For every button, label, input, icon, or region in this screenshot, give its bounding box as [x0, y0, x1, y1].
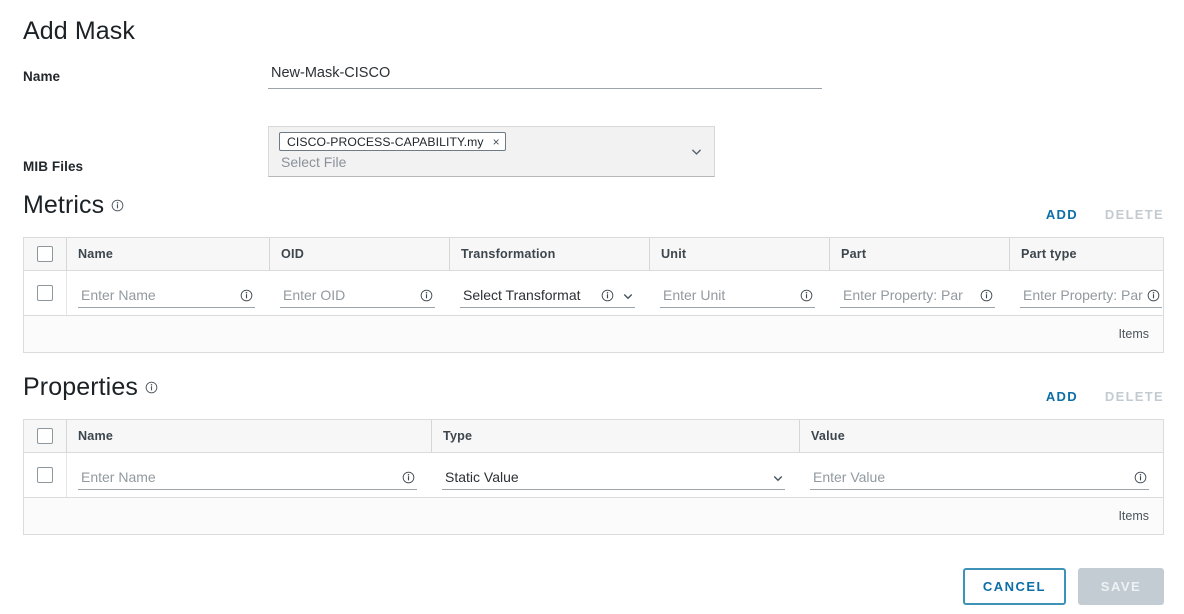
properties-select-all-checkbox[interactable] [37, 428, 53, 444]
metrics-title: Metrics [23, 191, 105, 219]
metrics-row-select-cell[interactable] [24, 271, 66, 315]
properties-select-all-cell[interactable] [24, 420, 66, 452]
properties-cell-value[interactable]: Enter Value [799, 453, 1163, 497]
metrics-col-name: Name [66, 238, 269, 270]
metrics-col-part: Part [829, 238, 1009, 270]
properties-value-input[interactable]: Enter Value [810, 469, 1130, 485]
properties-title: Properties [23, 373, 138, 401]
cancel-button[interactable]: CANCEL [962, 568, 1066, 605]
metrics-table-header: Name OID Transformation Unit Part Part t… [24, 238, 1163, 271]
properties-section-actions: ADD DELETE [1046, 389, 1164, 404]
mib-files-label: MIB Files [23, 159, 84, 174]
info-icon[interactable] [601, 289, 614, 302]
properties-delete-button[interactable]: DELETE [1105, 389, 1164, 404]
properties-col-type: Type [431, 420, 799, 452]
properties-section-heading: Properties [23, 372, 158, 402]
chevron-down-icon[interactable] [772, 471, 784, 483]
info-icon[interactable] [1147, 289, 1160, 302]
metrics-section-actions: ADD DELETE [1046, 207, 1164, 222]
info-icon[interactable] [145, 381, 158, 394]
properties-items-label: Items [1118, 509, 1149, 523]
metrics-table: Name OID Transformation Unit Part Part t… [23, 237, 1164, 353]
metrics-name-input[interactable]: Enter Name [78, 287, 236, 303]
properties-table-footer: Items [24, 498, 1163, 534]
metrics-cell-unit[interactable]: Enter Unit [649, 271, 829, 315]
metrics-cell-oid[interactable]: Enter OID [269, 271, 449, 315]
properties-col-value: Value [799, 420, 1163, 452]
metrics-add-button[interactable]: ADD [1046, 207, 1078, 222]
metrics-select-all-cell[interactable] [24, 238, 66, 270]
properties-row-checkbox[interactable] [37, 467, 53, 483]
metrics-col-unit: Unit [649, 238, 829, 270]
dialog-footer: CANCEL SAVE [962, 568, 1164, 605]
mib-file-chip-label: CISCO-PROCESS-CAPABILITY.my [287, 134, 484, 149]
metrics-select-all-checkbox[interactable] [37, 246, 53, 262]
chevron-down-icon[interactable] [622, 289, 634, 301]
properties-name-input[interactable]: Enter Name [78, 469, 398, 485]
metrics-section-heading: Metrics [23, 190, 124, 220]
metrics-part-type-input[interactable]: Enter Property: Par [1020, 287, 1143, 303]
metrics-part-input[interactable]: Enter Property: Par [840, 287, 976, 303]
chevron-down-icon[interactable] [690, 145, 703, 158]
metrics-cell-name[interactable]: Enter Name [66, 271, 269, 315]
properties-col-name: Name [66, 420, 431, 452]
properties-type-select[interactable]: Static Value [442, 469, 766, 485]
info-icon[interactable] [420, 289, 433, 302]
info-icon[interactable] [800, 289, 813, 302]
name-label: Name [23, 69, 61, 84]
info-icon[interactable] [980, 289, 993, 302]
info-icon[interactable] [240, 289, 253, 302]
properties-table-header: Name Type Value [24, 420, 1163, 453]
properties-cell-name[interactable]: Enter Name [66, 453, 431, 497]
metrics-transformation-select[interactable]: Select Transformat [460, 287, 597, 303]
metrics-delete-button[interactable]: DELETE [1105, 207, 1164, 222]
page-title: Add Mask [23, 17, 135, 45]
table-row: Enter Name Enter OID Select Transformat … [24, 271, 1163, 316]
metrics-col-part-type: Part type [1009, 238, 1163, 270]
properties-row-select-cell[interactable] [24, 453, 66, 497]
properties-add-button[interactable]: ADD [1046, 389, 1078, 404]
metrics-table-footer: Items [24, 316, 1163, 352]
info-icon[interactable] [111, 199, 124, 212]
metrics-oid-input[interactable]: Enter OID [280, 287, 416, 303]
metrics-cell-part[interactable]: Enter Property: Par [829, 271, 1009, 315]
metrics-row-checkbox[interactable] [37, 285, 53, 301]
name-input[interactable] [268, 62, 822, 89]
mib-files-select[interactable]: CISCO-PROCESS-CAPABILITY.my × Select Fil… [268, 126, 715, 177]
properties-table: Name Type Value Enter Name Static Value … [23, 419, 1164, 535]
save-button[interactable]: SAVE [1078, 568, 1164, 605]
metrics-cell-transformation[interactable]: Select Transformat [449, 271, 649, 315]
properties-cell-type[interactable]: Static Value [431, 453, 799, 497]
metrics-unit-input[interactable]: Enter Unit [660, 287, 796, 303]
table-row: Enter Name Static Value Enter Value [24, 453, 1163, 498]
info-icon[interactable] [402, 471, 415, 484]
close-icon[interactable]: × [493, 136, 500, 148]
metrics-col-transformation: Transformation [449, 238, 649, 270]
metrics-cell-part-type[interactable]: Enter Property: Par [1009, 271, 1176, 315]
info-icon[interactable] [1134, 471, 1147, 484]
mib-file-chip[interactable]: CISCO-PROCESS-CAPABILITY.my × [279, 132, 506, 151]
mib-files-placeholder: Select File [281, 154, 347, 170]
metrics-items-label: Items [1118, 327, 1149, 341]
metrics-col-oid: OID [269, 238, 449, 270]
